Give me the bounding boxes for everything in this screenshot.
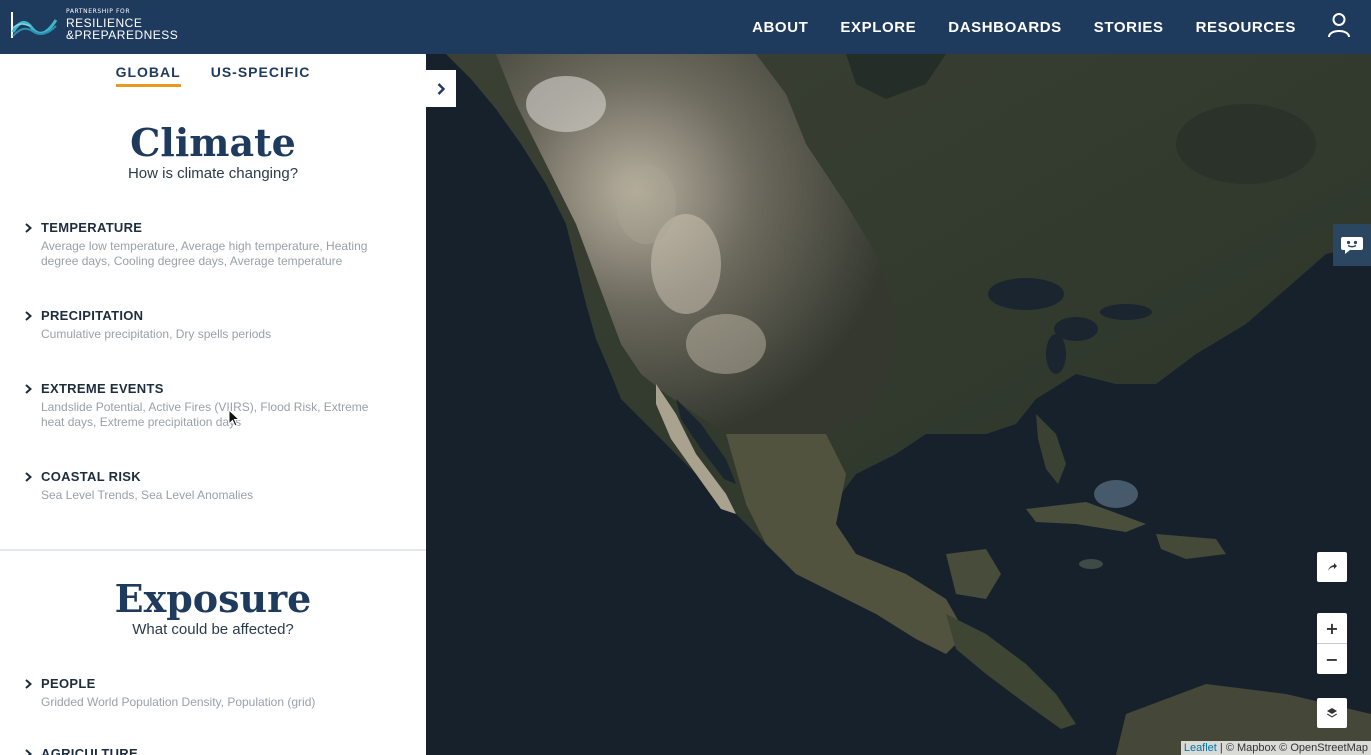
logo-small-text: PARTNERSHIP FOR bbox=[66, 8, 131, 15]
nav-about[interactable]: ABOUT bbox=[752, 19, 808, 36]
logo-text: PARTNERSHIP FOR RESILIENCE &PREPAREDNESS bbox=[66, 8, 179, 42]
mouse-pointer-icon bbox=[228, 409, 240, 427]
wave-logo-icon bbox=[11, 12, 58, 38]
collapse-sidebar-button[interactable] bbox=[426, 70, 456, 107]
layer-sidebar: GLOBAL US-SPECIFIC Climate How is climat… bbox=[0, 54, 426, 755]
category-title: COASTAL RISK bbox=[41, 469, 141, 484]
nav-explore[interactable]: EXPLORE bbox=[840, 19, 916, 36]
category-agriculture[interactable]: AGRICULTURE bbox=[22, 746, 392, 755]
category-description: Landslide Potential, Active Fires (VIIRS… bbox=[41, 400, 369, 429]
zoom-separator bbox=[1317, 643, 1347, 644]
category-precipitation[interactable]: PRECIPITATION Cumulative precipitation, … bbox=[22, 308, 392, 342]
category-temperature[interactable]: TEMPERATURE Average low temperature, Ave… bbox=[22, 220, 392, 269]
category-title: PEOPLE bbox=[41, 676, 96, 691]
category-description: Gridded World Population Density, Popula… bbox=[41, 695, 316, 709]
user-icon[interactable] bbox=[1327, 12, 1351, 38]
category-description: Cumulative precipitation, Dry spells per… bbox=[41, 327, 272, 341]
zoom-in-button[interactable]: + bbox=[1317, 613, 1347, 643]
zoom-out-button[interactable]: − bbox=[1317, 644, 1347, 674]
chevron-right-icon bbox=[25, 748, 33, 755]
chevron-right-icon bbox=[25, 222, 33, 233]
section-subtitle-exposure: What could be affected? bbox=[132, 621, 294, 638]
share-arrow-icon bbox=[1328, 563, 1337, 571]
section-title-exposure: Exposure bbox=[114, 576, 312, 621]
region-tabs: GLOBAL US-SPECIFIC bbox=[0, 64, 426, 87]
nav-resources[interactable]: RESOURCES bbox=[1196, 19, 1296, 36]
category-title: PRECIPITATION bbox=[41, 308, 144, 323]
category-title: AGRICULTURE bbox=[41, 746, 138, 755]
section-divider bbox=[0, 549, 426, 551]
map-attribution: Leaflet | © Mapbox © OpenStreetMap bbox=[1180, 741, 1371, 755]
category-title: TEMPERATURE bbox=[41, 220, 143, 235]
section-title-climate: Climate bbox=[130, 120, 296, 165]
chevron-right-icon bbox=[25, 678, 33, 689]
nav-dashboards[interactable]: DASHBOARDS bbox=[948, 19, 1062, 36]
map-view[interactable] bbox=[426, 54, 1371, 755]
chat-bot-icon bbox=[1341, 237, 1363, 254]
category-title: EXTREME EVENTS bbox=[41, 381, 164, 396]
leaflet-link[interactable]: Leaflet bbox=[1184, 742, 1217, 754]
tab-us-specific[interactable]: US-SPECIFIC bbox=[211, 64, 311, 87]
section-subtitle-climate: How is climate changing? bbox=[127, 165, 299, 182]
category-description: Sea Level Trends, Sea Level Anomalies bbox=[41, 488, 254, 502]
chevron-right-icon bbox=[437, 82, 446, 95]
nav-stories[interactable]: STORIES bbox=[1094, 19, 1164, 36]
category-coastal-risk[interactable]: COASTAL RISK Sea Level Trends, Sea Level… bbox=[22, 469, 392, 503]
tab-global[interactable]: GLOBAL bbox=[115, 64, 181, 87]
category-description: Average low temperature, Average high te… bbox=[41, 239, 368, 268]
share-button[interactable] bbox=[1317, 552, 1347, 582]
category-people[interactable]: PEOPLE Gridded World Population Density,… bbox=[22, 676, 392, 710]
chevron-right-icon bbox=[25, 471, 33, 482]
layers-icon bbox=[1327, 708, 1337, 718]
chat-button[interactable] bbox=[1333, 224, 1371, 266]
top-header: PARTNERSHIP FOR RESILIENCE &PREPAREDNESS… bbox=[0, 0, 1371, 54]
satellite-basemap bbox=[426, 54, 1371, 755]
attribution-text: | © Mapbox © OpenStreetMap bbox=[1216, 742, 1368, 754]
layers-button[interactable] bbox=[1317, 698, 1347, 728]
category-extreme-events[interactable]: EXTREME EVENTS Landslide Potential, Acti… bbox=[22, 381, 392, 430]
logo-line-2: &PREPAREDNESS bbox=[66, 28, 179, 42]
chevron-right-icon bbox=[25, 310, 33, 321]
logo[interactable]: PARTNERSHIP FOR RESILIENCE &PREPAREDNESS bbox=[10, 9, 178, 41]
chevron-right-icon bbox=[25, 383, 33, 394]
main-nav: ABOUT EXPLORE DASHBOARDS STORIES RESOURC… bbox=[720, 0, 1296, 54]
